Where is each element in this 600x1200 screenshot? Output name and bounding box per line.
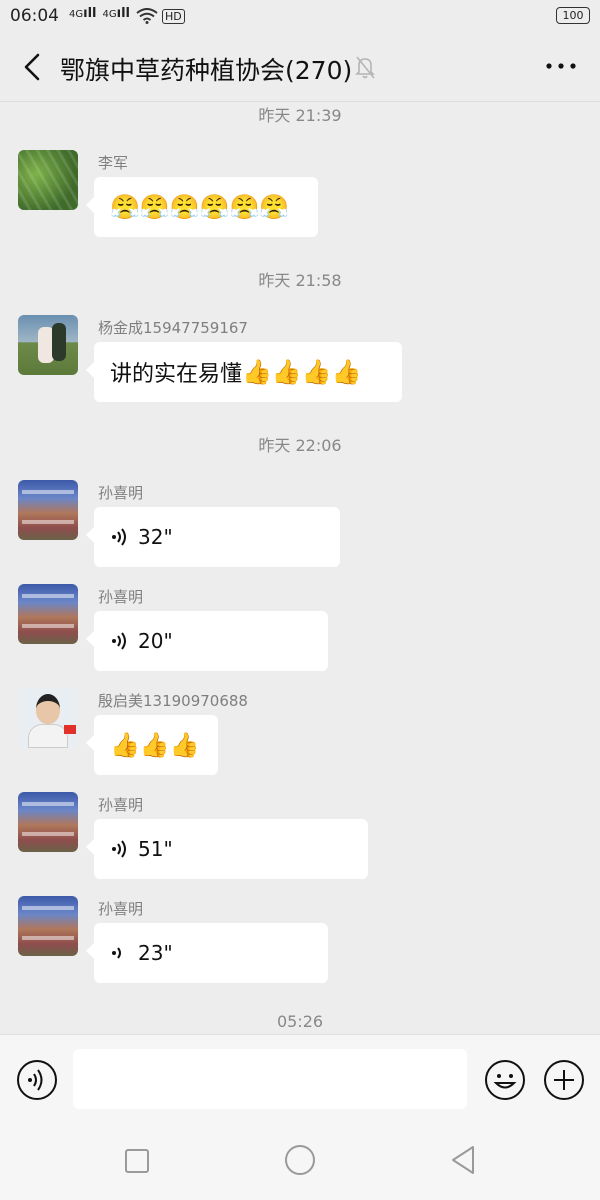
emoji-text: 👍👍👍👍 bbox=[242, 358, 362, 386]
avatar[interactable] bbox=[18, 584, 78, 644]
sender-name: 李军 bbox=[98, 154, 129, 172]
timestamp: 昨天 21:58 bbox=[258, 271, 342, 290]
avatar[interactable] bbox=[18, 792, 78, 852]
voice-wave-icon bbox=[112, 947, 121, 959]
timestamp: 昨天 21:39 bbox=[258, 106, 342, 125]
more-options-button[interactable] bbox=[544, 56, 578, 76]
mute-bell-icon bbox=[355, 56, 375, 79]
input-bar bbox=[0, 1034, 600, 1124]
avatar[interactable] bbox=[18, 480, 78, 540]
voice-message-bubble[interactable]: 20" bbox=[86, 611, 328, 671]
signal-icon-1: 4Gıll bbox=[69, 5, 97, 21]
chat-area[interactable]: 昨天 21:39 李军 😤😤😤😤😤😤 昨天 21:58 杨金成159477591… bbox=[0, 102, 600, 1034]
recent-apps-button[interactable] bbox=[124, 1148, 150, 1174]
timestamp: 昨天 22:06 bbox=[258, 436, 342, 455]
message-bubble[interactable]: 😤😤😤😤😤😤 bbox=[86, 177, 318, 237]
emoji-text: 👍👍👍 bbox=[110, 731, 200, 759]
message-input[interactable] bbox=[73, 1049, 467, 1109]
voice-message-bubble[interactable]: 23" bbox=[86, 923, 328, 983]
voice-input-button[interactable] bbox=[15, 1058, 59, 1102]
voice-wave-icon bbox=[112, 840, 126, 858]
wifi-icon bbox=[136, 8, 158, 24]
avatar[interactable] bbox=[18, 896, 78, 956]
plus-button[interactable] bbox=[542, 1058, 586, 1102]
system-back-button[interactable] bbox=[449, 1144, 477, 1176]
sender-name: 孙喜明 bbox=[98, 900, 144, 918]
avatar[interactable] bbox=[18, 688, 78, 748]
message-bubble[interactable]: 👍👍👍 bbox=[86, 715, 218, 775]
sender-name: 殷启美13190970688 bbox=[98, 692, 248, 710]
timestamp: 05:26 bbox=[276, 1012, 324, 1031]
sender-name: 杨金成15947759167 bbox=[98, 319, 248, 337]
sender-name: 孙喜明 bbox=[98, 588, 144, 606]
voice-duration: 51" bbox=[138, 837, 173, 861]
voice-duration: 20" bbox=[138, 629, 173, 653]
message-bubble[interactable]: 讲的实在易懂 👍👍👍👍 bbox=[86, 342, 402, 402]
avatar[interactable] bbox=[18, 150, 78, 210]
signal-icon-2: 4Gıll bbox=[102, 5, 131, 21]
sender-name: 孙喜明 bbox=[98, 484, 144, 502]
battery-level: 100 bbox=[562, 9, 584, 22]
avatar[interactable] bbox=[18, 315, 78, 375]
chat-header: 鄂旗中草药种植协会(270) bbox=[0, 32, 600, 102]
voice-message-bubble[interactable]: 51" bbox=[86, 819, 368, 879]
voice-duration: 32" bbox=[138, 525, 173, 549]
voice-wave-icon bbox=[112, 528, 126, 546]
hd-badge: HD bbox=[162, 8, 185, 24]
system-nav-bar bbox=[0, 1124, 600, 1200]
message-text: 讲的实在易懂 bbox=[110, 362, 243, 387]
emoji-button[interactable] bbox=[483, 1058, 527, 1102]
sender-name: 孙喜明 bbox=[98, 796, 144, 814]
voice-duration: 23" bbox=[138, 941, 173, 965]
emoji-text: 😤😤😤😤😤😤 bbox=[110, 193, 290, 221]
status-time: 06:04 bbox=[10, 6, 59, 26]
voice-message-bubble[interactable]: 32" bbox=[86, 507, 340, 567]
chat-title: 鄂旗中草药种植协会(270) bbox=[60, 56, 353, 85]
voice-wave-icon bbox=[112, 632, 126, 650]
status-bar: 06:04 4Gıll 4Gıll HD 100 bbox=[0, 0, 600, 32]
battery-icon: 100 bbox=[556, 7, 590, 24]
home-button[interactable] bbox=[284, 1144, 316, 1176]
back-button[interactable] bbox=[18, 50, 48, 84]
